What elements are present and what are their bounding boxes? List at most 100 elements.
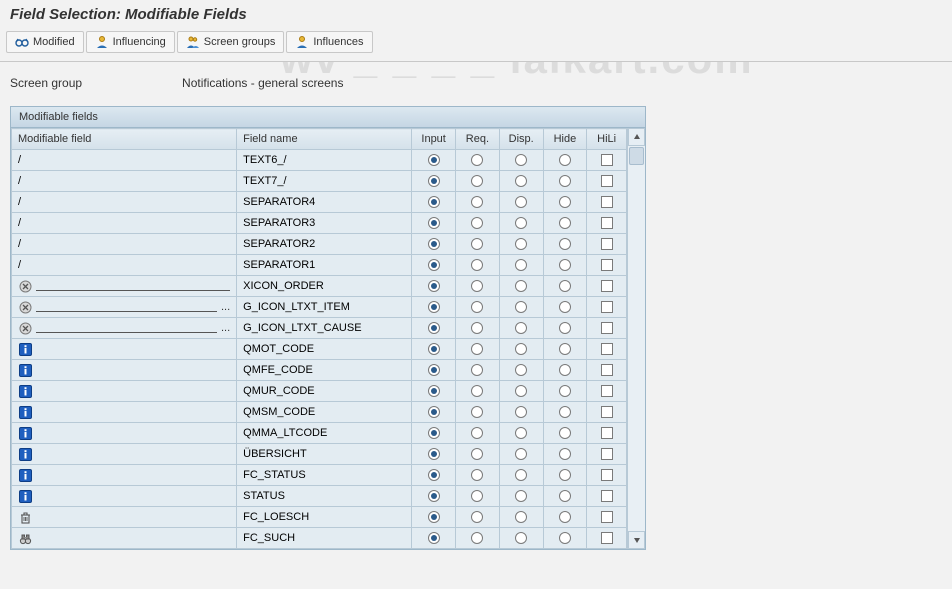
field-name-cell[interactable]: G_ICON_LTXT_CAUSE bbox=[237, 318, 411, 338]
hide-radio[interactable] bbox=[559, 322, 571, 334]
req-radio[interactable] bbox=[471, 448, 483, 460]
input-radio[interactable] bbox=[428, 154, 440, 166]
scroll-down-button[interactable] bbox=[628, 531, 645, 549]
hide-radio[interactable] bbox=[559, 238, 571, 250]
hili-checkbox[interactable] bbox=[601, 511, 613, 523]
disp-radio[interactable] bbox=[515, 154, 527, 166]
screen-groups-button[interactable]: Screen groups bbox=[177, 31, 285, 53]
req-radio[interactable] bbox=[471, 259, 483, 271]
input-radio[interactable] bbox=[428, 175, 440, 187]
vertical-scrollbar[interactable] bbox=[627, 128, 645, 549]
field-name-cell[interactable]: QMSM_CODE bbox=[237, 402, 411, 422]
hide-radio[interactable] bbox=[559, 364, 571, 376]
disp-radio[interactable] bbox=[515, 280, 527, 292]
field-name-cell[interactable]: FC_STATUS bbox=[237, 465, 411, 485]
hili-checkbox[interactable] bbox=[601, 322, 613, 334]
input-radio[interactable] bbox=[428, 343, 440, 355]
influences-button[interactable]: Influences bbox=[286, 31, 372, 53]
scroll-up-button[interactable] bbox=[628, 128, 645, 146]
req-radio[interactable] bbox=[471, 490, 483, 502]
col-req[interactable]: Req. bbox=[456, 129, 500, 150]
hili-checkbox[interactable] bbox=[601, 238, 613, 250]
hili-checkbox[interactable] bbox=[601, 280, 613, 292]
hide-radio[interactable] bbox=[559, 448, 571, 460]
disp-radio[interactable] bbox=[515, 427, 527, 439]
disp-radio[interactable] bbox=[515, 196, 527, 208]
field-name-cell[interactable]: FC_LOESCH bbox=[237, 507, 411, 527]
hili-checkbox[interactable] bbox=[601, 385, 613, 397]
modified-button[interactable]: Modified bbox=[6, 31, 84, 53]
disp-radio[interactable] bbox=[515, 511, 527, 523]
hili-checkbox[interactable] bbox=[601, 343, 613, 355]
modifiable-field-cell[interactable] bbox=[12, 444, 236, 464]
input-radio[interactable] bbox=[428, 301, 440, 313]
modifiable-field-cell[interactable] bbox=[12, 360, 236, 380]
disp-radio[interactable] bbox=[515, 238, 527, 250]
req-radio[interactable] bbox=[471, 238, 483, 250]
modifiable-field-cell[interactable]: / bbox=[12, 255, 236, 275]
modifiable-field-cell[interactable]: ... bbox=[12, 297, 236, 317]
input-radio[interactable] bbox=[428, 406, 440, 418]
hide-radio[interactable] bbox=[559, 259, 571, 271]
disp-radio[interactable] bbox=[515, 406, 527, 418]
modifiable-field-cell[interactable]: / bbox=[12, 213, 236, 233]
input-radio[interactable] bbox=[428, 217, 440, 229]
hide-radio[interactable] bbox=[559, 175, 571, 187]
disp-radio[interactable] bbox=[515, 532, 527, 544]
hide-radio[interactable] bbox=[559, 385, 571, 397]
hide-radio[interactable] bbox=[559, 154, 571, 166]
req-radio[interactable] bbox=[471, 427, 483, 439]
col-modifiable-field[interactable]: Modifiable field bbox=[12, 129, 237, 150]
hili-checkbox[interactable] bbox=[601, 175, 613, 187]
req-radio[interactable] bbox=[471, 511, 483, 523]
modifiable-field-cell[interactable] bbox=[12, 423, 236, 443]
col-field-name[interactable]: Field name bbox=[237, 129, 412, 150]
col-disp[interactable]: Disp. bbox=[499, 129, 543, 150]
modifiable-field-cell[interactable] bbox=[12, 339, 236, 359]
disp-radio[interactable] bbox=[515, 385, 527, 397]
field-name-cell[interactable]: TEXT6_/ bbox=[237, 150, 411, 170]
hili-checkbox[interactable] bbox=[601, 217, 613, 229]
input-radio[interactable] bbox=[428, 490, 440, 502]
col-hide[interactable]: Hide bbox=[543, 129, 587, 150]
hili-checkbox[interactable] bbox=[601, 154, 613, 166]
disp-radio[interactable] bbox=[515, 469, 527, 481]
field-name-cell[interactable]: SEPARATOR2 bbox=[237, 234, 411, 254]
modifiable-field-cell[interactable] bbox=[12, 276, 236, 296]
input-radio[interactable] bbox=[428, 385, 440, 397]
disp-radio[interactable] bbox=[515, 343, 527, 355]
hide-radio[interactable] bbox=[559, 343, 571, 355]
hide-radio[interactable] bbox=[559, 280, 571, 292]
field-name-cell[interactable]: SEPARATOR3 bbox=[237, 213, 411, 233]
modifiable-field-cell[interactable] bbox=[12, 528, 236, 548]
input-radio[interactable] bbox=[428, 511, 440, 523]
hili-checkbox[interactable] bbox=[601, 427, 613, 439]
modifiable-field-cell[interactable] bbox=[12, 465, 236, 485]
field-name-cell[interactable]: QMOT_CODE bbox=[237, 339, 411, 359]
input-radio[interactable] bbox=[428, 259, 440, 271]
input-radio[interactable] bbox=[428, 238, 440, 250]
scroll-thumb[interactable] bbox=[629, 147, 644, 165]
input-radio[interactable] bbox=[428, 364, 440, 376]
hide-radio[interactable] bbox=[559, 469, 571, 481]
modifiable-field-cell[interactable] bbox=[12, 507, 236, 527]
input-radio[interactable] bbox=[428, 196, 440, 208]
disp-radio[interactable] bbox=[515, 301, 527, 313]
col-hili[interactable]: HiLi bbox=[587, 129, 627, 150]
req-radio[interactable] bbox=[471, 154, 483, 166]
hide-radio[interactable] bbox=[559, 406, 571, 418]
disp-radio[interactable] bbox=[515, 364, 527, 376]
req-radio[interactable] bbox=[471, 280, 483, 292]
req-radio[interactable] bbox=[471, 301, 483, 313]
modifiable-field-cell[interactable]: / bbox=[12, 234, 236, 254]
hide-radio[interactable] bbox=[559, 490, 571, 502]
field-name-cell[interactable]: QMMA_LTCODE bbox=[237, 423, 411, 443]
modifiable-field-cell[interactable]: ... bbox=[12, 318, 236, 338]
disp-radio[interactable] bbox=[515, 175, 527, 187]
req-radio[interactable] bbox=[471, 322, 483, 334]
hili-checkbox[interactable] bbox=[601, 196, 613, 208]
hili-checkbox[interactable] bbox=[601, 532, 613, 544]
modifiable-field-cell[interactable]: / bbox=[12, 171, 236, 191]
hide-radio[interactable] bbox=[559, 196, 571, 208]
field-name-cell[interactable]: QMFE_CODE bbox=[237, 360, 411, 380]
